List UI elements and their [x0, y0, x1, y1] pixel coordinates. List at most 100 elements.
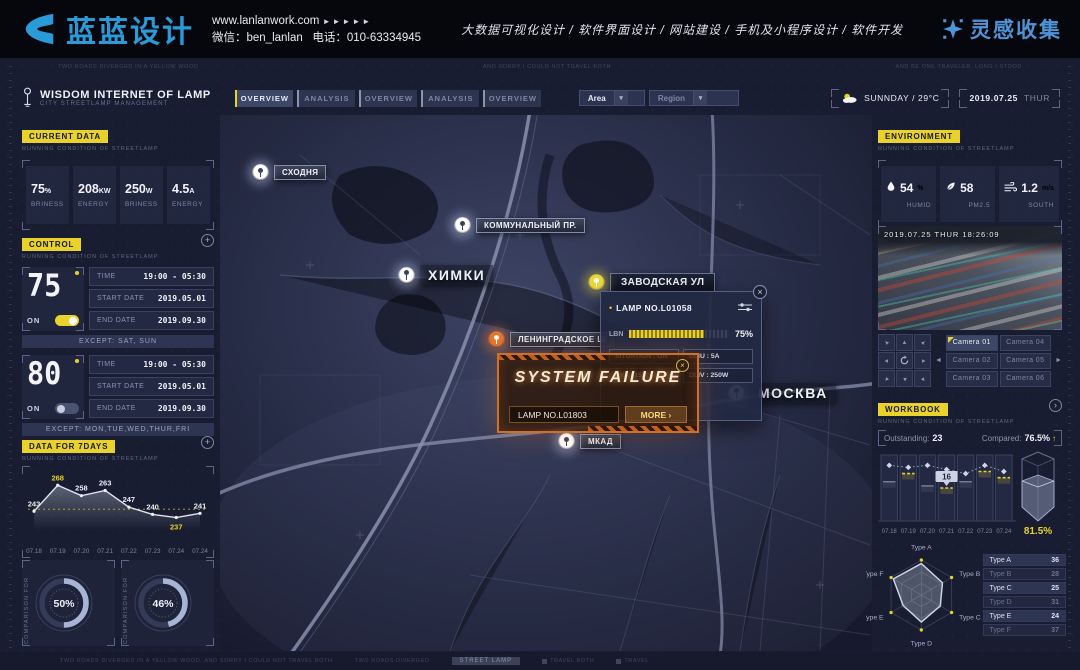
- close-icon[interactable]: ×: [676, 359, 689, 372]
- brightness-box: 75 ON: [22, 267, 84, 331]
- brightness-bar[interactable]: [629, 330, 729, 338]
- contact-info: www.lanlanwork.com ►►►►► 微信：ben_lanlan 电…: [212, 13, 421, 46]
- gauge-label: COMPARISON FOR: [123, 562, 129, 644]
- camera-03-button[interactable]: Camera 03: [946, 371, 998, 387]
- add-schedule-button[interactable]: +: [201, 234, 214, 247]
- gauge-label: COMPARISON FOR: [24, 562, 30, 644]
- radar-legend: Type A36Type B28Type C25Type D31Type E24…: [983, 554, 1066, 637]
- lbn-label: LBN: [609, 331, 623, 338]
- power-toggle[interactable]: [55, 315, 79, 326]
- stat-box: 4.5AENERGY: [167, 166, 210, 224]
- pan-up-left-icon[interactable]: ▲: [878, 334, 895, 351]
- pan-left-icon[interactable]: ▲: [878, 352, 895, 369]
- svg-text:Type A: Type A: [911, 544, 932, 551]
- services-text: 大数据可视化设计 / 软件界面设计 / 网站建设 / 手机及小程序设计 / 软件…: [461, 21, 903, 38]
- map-label: ЛЕНИНГРАДСКОЕ Ш: [510, 332, 614, 347]
- area-select[interactable]: Area ▾: [579, 90, 645, 106]
- camera-feed[interactable]: 2019.07.25 THUR 18:26:09: [878, 226, 1062, 330]
- expand-chart-button[interactable]: +: [201, 436, 214, 449]
- tab-overview[interactable]: OVERVIEW: [235, 90, 293, 107]
- camera-06-button[interactable]: Camera 06: [1000, 371, 1052, 387]
- camera-02-button[interactable]: Camera 02: [946, 353, 998, 369]
- phone-label: 电话：010-63334945: [312, 32, 421, 44]
- close-icon[interactable]: ×: [753, 285, 767, 299]
- footer-check: TRAVEL: [616, 658, 649, 664]
- panel-title: WORKBOOK: [878, 403, 948, 416]
- lamp-marker-icon[interactable]: [588, 274, 605, 291]
- lamp-marker-icon[interactable]: [488, 331, 505, 348]
- schedule-row: START DATE2019.05.01: [89, 377, 214, 396]
- star-collect-icon: [942, 18, 964, 40]
- power-toggle[interactable]: [55, 403, 79, 414]
- workbook-more-button[interactable]: ›: [1049, 399, 1062, 412]
- pan-up-right-icon[interactable]: ▲: [914, 334, 931, 351]
- pan-right-icon[interactable]: ▲: [914, 352, 931, 369]
- logo: 蓝蓝设计: [22, 7, 194, 51]
- lamp-marker-icon[interactable]: [558, 433, 575, 450]
- brightness-value: 75: [27, 269, 75, 303]
- region-select[interactable]: Region ▾: [649, 90, 739, 106]
- legend-row-type-b[interactable]: Type B28: [983, 568, 1066, 581]
- pan-down-icon[interactable]: ▲: [896, 370, 913, 387]
- collect-label: 灵感收集: [970, 14, 1062, 44]
- street-lamp-badge: STREET LAMP: [452, 657, 521, 665]
- top-bar: WISDOM INTERNET OF LAMP CITY STREETLAMP …: [22, 84, 1060, 112]
- lamp-marker-icon[interactable]: [252, 164, 269, 181]
- camera-panel: 2019.07.25 THUR 18:26:09 ▲▲▲▲▲▲▲▲ ◄ Came…: [878, 226, 1062, 388]
- tab-analysis[interactable]: ANALYSIS: [421, 90, 479, 107]
- tab-overview[interactable]: OVERVIEW: [483, 90, 541, 107]
- website-link[interactable]: www.lanlanwork.com: [212, 15, 319, 27]
- stat-box: 208KWENERGY: [73, 166, 116, 224]
- tab-analysis[interactable]: ANALYSIS: [297, 90, 355, 107]
- lamp-dot-icon: [75, 359, 79, 363]
- brightness-value: 80: [27, 357, 75, 391]
- camera-05-button[interactable]: Camera 05: [1000, 353, 1052, 369]
- svg-text:Type D: Type D: [911, 640, 933, 647]
- map-point-7: МКАД: [558, 433, 621, 450]
- environment-stats: 54% HUMID 58 PM2.5 1.2m/s SOU: [878, 160, 1062, 228]
- svg-text:07.24: 07.24: [168, 548, 184, 555]
- sliders-icon[interactable]: [737, 299, 753, 317]
- lamp-marker-icon[interactable]: [398, 267, 415, 284]
- sun-cloud-icon: [841, 92, 858, 104]
- tab-overview[interactable]: OVERVIEW: [359, 90, 417, 107]
- pan-up-icon[interactable]: ▲: [896, 334, 913, 351]
- panel-subtitle: RUNNING CONDITION OF STREETLAMP: [22, 456, 158, 462]
- city-map[interactable]: СХОДНЯКОММУНАЛЬНЫЙ ПР.ХИМКИЗАВОДСКАЯ УЛЛ…: [220, 115, 872, 651]
- legend-row-type-a[interactable]: Type A36: [983, 554, 1066, 567]
- site-header: 蓝蓝设计 www.lanlanwork.com ►►►►► 微信：ben_lan…: [0, 0, 1080, 58]
- wind-icon: [1004, 179, 1017, 197]
- svg-text:07.18: 07.18: [882, 529, 898, 535]
- camera-01-button[interactable]: Camera 01: [946, 335, 998, 351]
- inspiration-collect[interactable]: 灵感收集: [942, 14, 1062, 44]
- prev-cameras-icon[interactable]: ◄: [935, 357, 942, 364]
- refresh-icon[interactable]: [896, 352, 913, 369]
- tab-bar: OVERVIEWANALYSISOVERVIEWANALYSISOVERVIEW: [235, 90, 541, 107]
- tank-gauge: 81.5%: [1016, 449, 1060, 537]
- map-point-4: ЗАВОДСКАЯ УЛ: [588, 273, 715, 292]
- comparison-gauge: COMPARISON FOR 46%: [121, 560, 214, 646]
- svg-text:247: 247: [123, 495, 136, 504]
- leaf-icon: [945, 179, 956, 197]
- more-button[interactable]: MORE ›: [625, 406, 687, 423]
- comparison-panel: COMPARISON FOR 50% COMPARISON FOR 46%: [22, 560, 214, 646]
- next-cameras-icon[interactable]: ►: [1055, 357, 1062, 364]
- caret-down-icon[interactable]: ▾: [614, 91, 628, 105]
- svg-text:263: 263: [99, 478, 112, 487]
- bottom-ticker: TWO ROADS DIVERGED IN A YELLOW WOOD, AND…: [0, 652, 1080, 670]
- feed-timestamp: 2019.07.25 THUR 18:26:09: [884, 230, 1000, 239]
- stat-box: 250WBRINESS: [120, 166, 163, 224]
- lamp-marker-icon[interactable]: [454, 217, 471, 234]
- footer-check: TRAVEL BOTH: [542, 658, 594, 664]
- legend-row-type-c[interactable]: Type C25: [983, 582, 1066, 595]
- legend-row-type-f[interactable]: Type F37: [983, 624, 1066, 637]
- power-state-label: ON: [27, 404, 40, 413]
- legend-row-type-d[interactable]: Type D31: [983, 596, 1066, 609]
- pan-down-right-icon[interactable]: ▲: [914, 370, 931, 387]
- legend-row-type-e[interactable]: Type E24: [983, 610, 1066, 623]
- camera-04-button[interactable]: Camera 04: [1000, 335, 1052, 351]
- environment-panel: ENVIRONMENT RUNNING CONDITION OF STREETL…: [878, 126, 1062, 223]
- caret-down-icon[interactable]: ▾: [693, 91, 707, 105]
- pan-down-left-icon[interactable]: ▲: [878, 370, 895, 387]
- workbook-summary: Outstanding:23 Compared:76.5% ↑: [878, 430, 1062, 446]
